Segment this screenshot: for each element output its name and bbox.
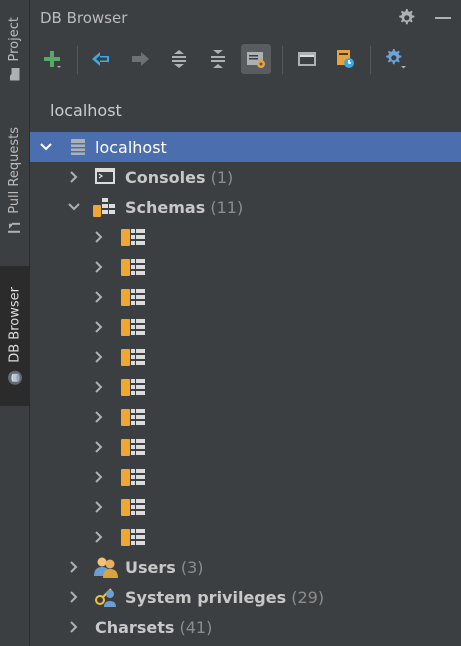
schema-icon <box>121 409 145 426</box>
chevron-right-icon[interactable] <box>93 261 105 273</box>
console-icon <box>298 52 316 66</box>
users-icon <box>94 557 118 578</box>
tree-node-count: (11) <box>210 197 244 217</box>
schema-icon <box>121 259 145 276</box>
collapse-all-button[interactable] <box>203 44 233 74</box>
collapse-all-icon <box>211 50 225 68</box>
chevron-right-icon[interactable] <box>93 321 105 333</box>
tree-node-system-privileges[interactable]: System privileges (29) <box>30 582 461 612</box>
chevron-right-icon[interactable] <box>93 501 105 513</box>
chevron-down-icon[interactable] <box>40 141 52 153</box>
schema-icon <box>121 319 145 336</box>
schemas-icon <box>93 198 115 217</box>
tree-node-label: Schemas <box>125 197 206 217</box>
tree-node-label: Charsets <box>95 617 175 637</box>
side-tab-label: Project <box>7 17 22 62</box>
tree-node-users[interactable]: Users (3) <box>30 552 461 582</box>
tree-node-label: localhost <box>95 137 167 157</box>
expand-all-icon <box>172 50 186 68</box>
console-icon <box>95 168 115 184</box>
tree-node-schema[interactable] <box>30 462 461 492</box>
chevron-right-icon[interactable] <box>93 531 105 543</box>
add-connection-button[interactable] <box>37 44 67 74</box>
filter-button[interactable] <box>241 44 271 74</box>
toolbar-separator <box>370 46 371 74</box>
privileges-icon <box>95 588 116 607</box>
chevron-right-icon[interactable] <box>93 291 105 303</box>
tree-node-label: System privileges <box>125 587 287 607</box>
tree-node-schemas[interactable]: Schemas (11) <box>30 192 461 222</box>
back-icon <box>92 52 109 66</box>
chevron-right-icon[interactable] <box>68 591 80 603</box>
schema-icon <box>121 499 145 516</box>
chevron-right-icon[interactable] <box>93 351 105 363</box>
schema-icon <box>121 529 145 546</box>
chevron-right-icon[interactable] <box>93 441 105 453</box>
tree-node-count: (29) <box>291 587 325 607</box>
tree-node-schema[interactable] <box>30 402 461 432</box>
schedule-icon <box>337 50 354 68</box>
tree-node-schema[interactable] <box>30 252 461 282</box>
tree-node-schema[interactable] <box>30 492 461 522</box>
folder-icon <box>10 68 20 81</box>
expand-all-button[interactable] <box>164 44 194 74</box>
settings-icon <box>386 49 406 69</box>
chevron-down-icon[interactable] <box>68 201 80 213</box>
panel-header: DB Browser <box>30 0 461 38</box>
schema-icon <box>121 349 145 366</box>
schema-icon <box>121 289 145 306</box>
tree-node-schema[interactable] <box>30 432 461 462</box>
gear-icon[interactable] <box>396 7 416 31</box>
back-button[interactable] <box>86 44 116 74</box>
settings-button[interactable] <box>380 44 410 74</box>
tree-node-localhost[interactable]: localhost <box>30 132 461 162</box>
side-tab-label: Pull Requests <box>7 127 22 214</box>
chevron-right-icon[interactable] <box>93 411 105 423</box>
chevron-right-icon[interactable] <box>68 621 80 633</box>
forward-button[interactable] <box>125 44 155 74</box>
chevron-right-icon[interactable] <box>93 381 105 393</box>
tree-node-count: (41) <box>179 617 213 637</box>
db-browser-panel: DB Browser localhost localhost Consoles … <box>30 0 461 646</box>
tree-node-consoles[interactable]: Consoles (1) <box>30 162 461 192</box>
chevron-right-icon[interactable] <box>68 171 80 183</box>
open-console-button[interactable] <box>292 44 322 74</box>
tool-window-stripe: Project Pull Requests DB Browser <box>0 0 30 646</box>
tree-node-schema[interactable] <box>30 222 461 252</box>
forward-icon <box>132 52 149 66</box>
tree-node-count: (3) <box>180 557 204 577</box>
toolbar-separator <box>77 46 78 74</box>
connection-selector[interactable]: localhost <box>50 101 122 120</box>
panel-title: DB Browser <box>40 9 128 27</box>
chevron-right-icon[interactable] <box>93 471 105 483</box>
tree-node-count: (1) <box>210 167 234 187</box>
chevron-right-icon[interactable] <box>93 231 105 243</box>
tree-node-schema[interactable] <box>30 522 461 552</box>
side-tab-label: DB Browser <box>7 286 22 363</box>
toolbar-separator <box>282 46 283 74</box>
schema-icon <box>121 439 145 456</box>
filter-icon <box>247 52 265 68</box>
side-tab-db-browser[interactable]: DB Browser <box>0 266 29 406</box>
minimize-icon[interactable] <box>435 17 451 19</box>
tree-node-label: Users <box>125 557 176 577</box>
tree-node-schema[interactable] <box>30 312 461 342</box>
chevron-right-icon[interactable] <box>68 561 80 573</box>
tree-node-label: Consoles <box>125 167 206 187</box>
toolbar <box>30 42 461 78</box>
schema-icon <box>121 469 145 486</box>
tree-node-schema[interactable] <box>30 282 461 312</box>
side-tab-project[interactable]: Project <box>0 0 29 98</box>
tree-node-schema[interactable] <box>30 372 461 402</box>
tree-node-schema[interactable] <box>30 342 461 372</box>
add-icon <box>44 51 61 68</box>
schedule-button[interactable] <box>330 44 360 74</box>
tree-node-charsets[interactable]: Charsets (41) <box>30 612 461 642</box>
db-browser-icon <box>7 370 22 385</box>
pull-request-icon <box>8 222 21 233</box>
schema-icon <box>121 379 145 396</box>
schema-icon <box>121 229 145 246</box>
database-icon <box>71 139 85 155</box>
side-tab-pull-requests[interactable]: Pull Requests <box>0 110 29 252</box>
